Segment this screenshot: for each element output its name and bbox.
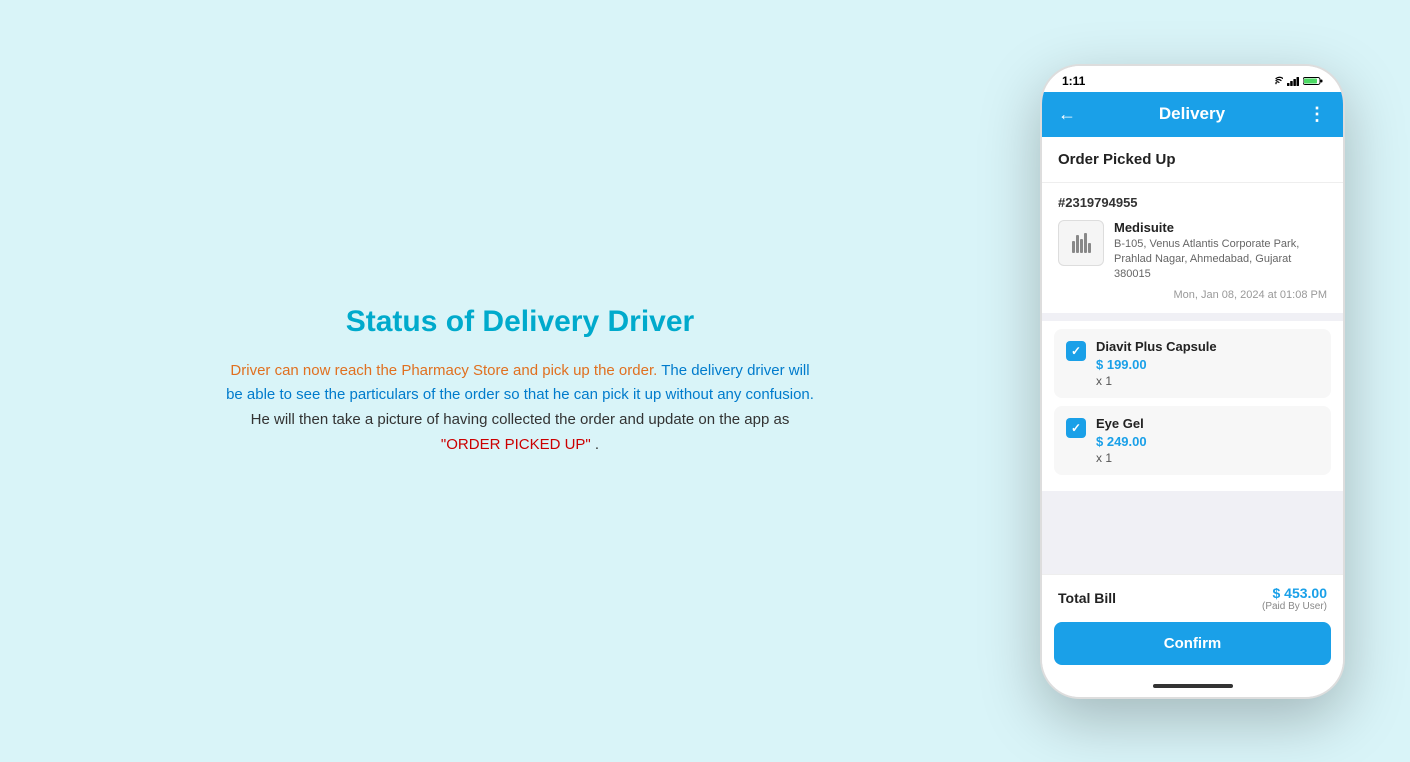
store-address: B-105, Venus Atlantis Corporate Park, Pr… (1114, 237, 1327, 283)
store-row: Medisuite B-105, Venus Atlantis Corporat… (1058, 220, 1327, 283)
medisuite-logo-img (1059, 221, 1103, 265)
item-card-1: ✓ Diavit Plus Capsule $ 199.00 x 1 (1054, 329, 1331, 398)
desc-part-3: He will then take a picture of having co… (251, 411, 790, 428)
item-qty-2: x 1 (1096, 451, 1319, 465)
status-icons (1269, 76, 1323, 86)
app-body: Order Picked Up #2319794955 (1042, 137, 1343, 697)
battery-icon (1303, 76, 1323, 86)
checkmark-icon-2: ✓ (1071, 421, 1081, 435)
total-amount: $ 453.00 (1262, 585, 1327, 601)
item-qty-1: x 1 (1096, 374, 1319, 388)
wifi-icon (1269, 76, 1283, 86)
order-id: #2319794955 (1058, 195, 1327, 210)
item-details-1: Diavit Plus Capsule $ 199.00 x 1 (1096, 339, 1319, 388)
total-amount-block: $ 453.00 (Paid By User) (1262, 585, 1327, 612)
store-info: Medisuite B-105, Venus Atlantis Corporat… (1114, 220, 1327, 283)
order-card: #2319794955 (1042, 183, 1343, 313)
logo-line-3 (1080, 239, 1083, 253)
home-indicator (1042, 679, 1343, 697)
total-label: Total Bill (1058, 590, 1116, 606)
item-checkbox-2[interactable]: ✓ (1066, 418, 1086, 438)
item-price-1: $ 199.00 (1096, 357, 1319, 372)
order-date: Mon, Jan 08, 2024 at 01:08 PM (1058, 289, 1327, 301)
logo-line-2 (1076, 235, 1079, 253)
logo-line-1 (1072, 241, 1075, 253)
checkmark-icon-1: ✓ (1071, 344, 1081, 358)
phone-frame: 1:11 (1040, 64, 1345, 699)
logo-line-4 (1084, 233, 1087, 253)
total-row: Total Bill $ 453.00 (Paid By User) (1042, 575, 1343, 616)
description-text: Driver can now reach the Pharmacy Store … (220, 359, 820, 458)
logo-line-5 (1088, 243, 1091, 253)
app-header: ← Delivery ⋮ (1042, 92, 1343, 137)
phone-mockup: 1:11 (1040, 64, 1350, 699)
item-name-2: Eye Gel (1096, 416, 1319, 431)
item-checkbox-1[interactable]: ✓ (1066, 341, 1086, 361)
desc-part-1: Driver can now reach the Pharmacy Store … (230, 362, 657, 379)
back-button[interactable]: ← (1058, 104, 1076, 125)
left-section: Status of Delivery Driver Driver can now… (0, 245, 1040, 518)
store-logo (1058, 220, 1104, 266)
status-time: 1:11 (1062, 74, 1085, 88)
bottom-bar: Total Bill $ 453.00 (Paid By User) Confi… (1042, 574, 1343, 697)
home-bar (1153, 684, 1233, 688)
header-title: Delivery (1159, 104, 1225, 124)
paid-by: (Paid By User) (1262, 601, 1327, 612)
desc-period: . (595, 436, 599, 453)
section-header: Order Picked Up (1042, 137, 1343, 183)
items-section: ✓ Diavit Plus Capsule $ 199.00 x 1 ✓ Eye… (1042, 321, 1343, 491)
item-card-2: ✓ Eye Gel $ 249.00 x 1 (1054, 406, 1331, 475)
status-bar: 1:11 (1042, 66, 1343, 92)
menu-button[interactable]: ⋮ (1308, 104, 1327, 125)
item-name-1: Diavit Plus Capsule (1096, 339, 1319, 354)
desc-highlight: "ORDER PICKED UP" (441, 436, 591, 453)
logo-lines (1072, 233, 1091, 253)
item-details-2: Eye Gel $ 249.00 x 1 (1096, 416, 1319, 465)
item-price-2: $ 249.00 (1096, 434, 1319, 449)
signal-icon (1287, 76, 1299, 86)
store-name: Medisuite (1114, 220, 1327, 235)
confirm-button[interactable]: Confirm (1054, 622, 1331, 665)
page-title: Status of Delivery Driver (346, 305, 694, 339)
